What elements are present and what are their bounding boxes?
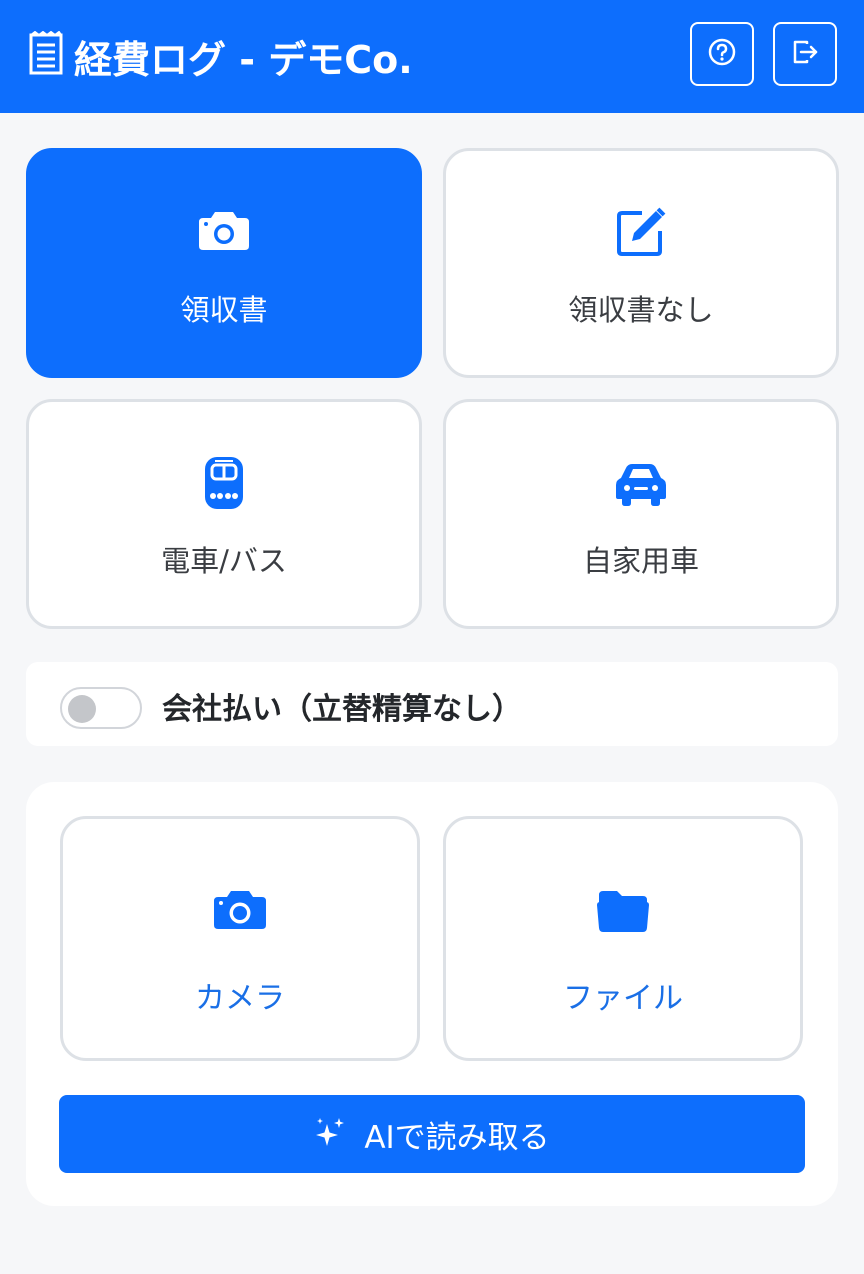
receipt-icon [26,30,66,81]
ai-read-button[interactable]: AIで読み取る [59,1095,805,1173]
type-tile-label: 領収書 [180,293,268,327]
camera-icon [210,881,270,941]
camera-upload-label: カメラ [195,981,285,1016]
stars-icon [314,1116,364,1152]
help-button[interactable] [690,22,754,86]
type-tile-receipt[interactable]: 領収書 [26,148,422,378]
toggle-knob [68,695,96,723]
box-arrow-right-icon [790,37,820,71]
camera-icon [195,203,253,261]
company-payment-toggle[interactable] [60,687,142,729]
logout-button[interactable] [773,22,837,86]
type-tile-no-receipt[interactable]: 領収書なし [443,148,839,378]
type-tile-private-car[interactable]: 自家用車 [443,399,839,629]
page-title: 経費ログ - デモCo. [74,37,413,82]
type-tile-label: 電車/バス [161,544,287,578]
pencil-square-icon [612,203,670,261]
type-tile-train-bus[interactable]: 電車/バス [26,399,422,629]
car-icon [612,454,670,512]
upload-card: カメラ ファイル AIで読み取る [26,782,838,1206]
camera-upload-button[interactable]: カメラ [60,816,420,1061]
ai-read-label: AIで読み取る [364,1119,550,1156]
app-header: 経費ログ - デモCo. [0,0,864,113]
company-payment-card: 会社払い（立替精算なし） [26,662,838,746]
folder-icon [593,881,653,941]
type-tile-label: 自家用車 [582,544,699,578]
question-circle-icon [707,37,737,71]
type-tile-label: 領収書なし [568,293,714,327]
company-payment-label: 会社払い（立替精算なし） [162,692,522,727]
file-upload-label: ファイル [563,981,683,1016]
app-title-wrap: 経費ログ - デモCo. [26,30,413,82]
train-icon [195,454,253,512]
file-upload-button[interactable]: ファイル [443,816,803,1061]
